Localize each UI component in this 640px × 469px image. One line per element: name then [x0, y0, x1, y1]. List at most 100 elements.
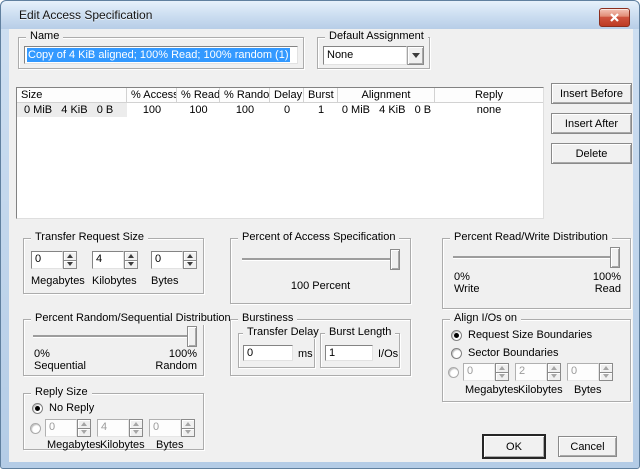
- align-megabytes-value[interactable]: 0: [463, 363, 495, 381]
- spin-up-button[interactable]: [599, 363, 613, 373]
- spin-up-button[interactable]: [181, 419, 195, 429]
- cell-access[interactable]: 100: [127, 103, 177, 117]
- insert-after-button[interactable]: Insert After: [551, 113, 632, 134]
- cancel-button[interactable]: Cancel: [558, 436, 617, 457]
- align-bytes-value[interactable]: 0: [567, 363, 599, 381]
- trs-megabytes-value[interactable]: 0: [31, 251, 63, 269]
- align-bytes-spinner[interactable]: 0: [567, 363, 613, 381]
- align-kilobytes-value[interactable]: 2: [515, 363, 547, 381]
- spin-down-button[interactable]: [599, 372, 613, 381]
- cell-burst[interactable]: 1: [304, 103, 338, 117]
- cell-alignment[interactable]: 0 MiB 4 KiB 0 B: [338, 103, 435, 117]
- insert-before-button[interactable]: Insert Before: [551, 83, 632, 104]
- spin-down-button[interactable]: [63, 260, 77, 269]
- up-arrow-icon: [603, 365, 609, 370]
- spin-down-button[interactable]: [129, 428, 143, 437]
- sector-boundaries-radio[interactable]: [451, 348, 462, 359]
- down-arrow-icon: [185, 430, 191, 435]
- burst-length-input[interactable]: 1: [325, 345, 373, 361]
- column-header-delay[interactable]: Delay: [270, 88, 304, 102]
- up-arrow-icon: [187, 253, 193, 258]
- column-header-reply[interactable]: Reply: [435, 88, 543, 102]
- custom-reply-radio[interactable]: [30, 423, 41, 434]
- chevron-down-icon: [411, 53, 420, 58]
- align-megabytes-spinner[interactable]: 0: [463, 363, 509, 381]
- write-label: Write: [454, 283, 480, 295]
- read-write-slider-thumb[interactable]: [610, 247, 620, 268]
- read-write-distribution-label: Percent Read/Write Distribution: [450, 231, 612, 244]
- reply-kilobytes-spinner[interactable]: 4: [97, 419, 143, 437]
- spin-up-button[interactable]: [495, 363, 509, 373]
- reply-megabytes-value[interactable]: 0: [45, 419, 77, 437]
- table-header-row: Size % Access % Read % Random Delay Burs…: [17, 88, 543, 103]
- column-header-burst[interactable]: Burst: [304, 88, 338, 102]
- down-arrow-icon: [128, 262, 134, 267]
- random-sequential-slider-track[interactable]: [33, 335, 197, 337]
- read-write-slider-track[interactable]: [453, 256, 620, 258]
- trs-megabytes-spinner[interactable]: 0: [31, 251, 77, 269]
- align-bytes-unit: Bytes: [574, 384, 602, 396]
- spin-down-button[interactable]: [181, 428, 195, 437]
- trs-bytes-value[interactable]: 0: [151, 251, 183, 269]
- percent-access-slider-track[interactable]: [242, 258, 400, 260]
- column-header-random[interactable]: % Random: [220, 88, 270, 102]
- trs-kilobytes-unit: Kilobytes: [92, 275, 137, 287]
- spin-down-button[interactable]: [547, 372, 561, 381]
- reply-bytes-unit: Bytes: [156, 439, 184, 451]
- column-header-access[interactable]: % Access: [127, 88, 177, 102]
- trs-kilobytes-value[interactable]: 4: [92, 251, 124, 269]
- spin-up-button[interactable]: [124, 251, 138, 261]
- spin-up-button[interactable]: [547, 363, 561, 373]
- reply-kilobytes-unit: Kilobytes: [100, 439, 145, 451]
- column-header-alignment[interactable]: Alignment: [338, 88, 435, 102]
- no-reply-radio[interactable]: [32, 403, 43, 414]
- spin-down-button[interactable]: [124, 260, 138, 269]
- sequential-label: Sequential: [34, 360, 86, 372]
- align-kilobytes-spinner[interactable]: 2: [515, 363, 561, 381]
- cell-delay[interactable]: 0: [270, 103, 304, 117]
- close-button[interactable]: [599, 8, 630, 27]
- cell-size[interactable]: 0 MiB 4 KiB 0 B: [17, 103, 127, 117]
- reply-megabytes-spinner[interactable]: 0: [45, 419, 91, 437]
- burstiness-label: Burstiness: [238, 312, 298, 325]
- spin-up-button[interactable]: [77, 419, 91, 429]
- down-arrow-icon: [551, 374, 557, 379]
- spin-up-button[interactable]: [63, 251, 77, 261]
- spin-up-button[interactable]: [129, 419, 143, 429]
- cell-random[interactable]: 100: [220, 103, 270, 117]
- cell-read[interactable]: 100: [177, 103, 220, 117]
- trs-bytes-unit: Bytes: [151, 275, 179, 287]
- reply-kilobytes-value[interactable]: 4: [97, 419, 129, 437]
- random-sequential-slider-thumb[interactable]: [187, 326, 197, 347]
- reply-bytes-spinner[interactable]: 0: [149, 419, 195, 437]
- down-arrow-icon: [603, 374, 609, 379]
- cell-reply[interactable]: none: [435, 103, 543, 117]
- column-header-size[interactable]: Size: [17, 88, 127, 102]
- custom-alignment-radio[interactable]: [448, 367, 459, 378]
- reply-bytes-value[interactable]: 0: [149, 419, 181, 437]
- column-header-read[interactable]: % Read: [177, 88, 220, 102]
- down-arrow-icon: [133, 430, 139, 435]
- spin-down-button[interactable]: [183, 260, 197, 269]
- spin-down-button[interactable]: [77, 428, 91, 437]
- delete-button[interactable]: Delete: [551, 143, 632, 164]
- trs-bytes-spinner[interactable]: 0: [151, 251, 197, 269]
- percent-access-slider-thumb[interactable]: [390, 249, 400, 270]
- name-input[interactable]: Copy of 4 KiB aligned; 100% Read; 100% r…: [24, 46, 298, 64]
- up-arrow-icon: [81, 421, 87, 426]
- access-spec-table: Size % Access % Read % Random Delay Burs…: [16, 87, 544, 219]
- read-label: Read: [594, 283, 621, 295]
- no-reply-label: No Reply: [49, 402, 95, 414]
- request-size-boundaries-radio[interactable]: [451, 330, 462, 341]
- spin-up-button[interactable]: [183, 251, 197, 261]
- reply-megabytes-unit: Megabytes: [47, 439, 101, 451]
- reply-size-label: Reply Size: [31, 386, 92, 399]
- transfer-delay-input[interactable]: 0: [243, 345, 293, 361]
- table-row[interactable]: 0 MiB 4 KiB 0 B 100 100 100 0 1 0 MiB 4 …: [17, 103, 543, 117]
- dropdown-button[interactable]: [407, 46, 424, 65]
- spin-down-button[interactable]: [495, 372, 509, 381]
- trs-kilobytes-spinner[interactable]: 4: [92, 251, 138, 269]
- random-label: Random: [155, 360, 197, 372]
- default-assignment-select[interactable]: None: [323, 46, 424, 65]
- ok-button[interactable]: OK: [483, 435, 545, 458]
